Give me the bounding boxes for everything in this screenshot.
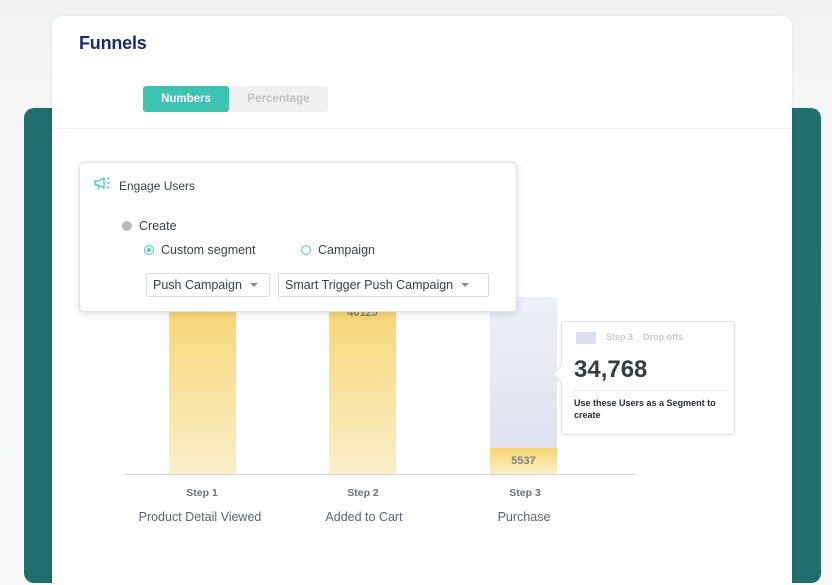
chevron-down-icon [461, 283, 470, 287]
dropoff-tooltip: Step 3 _ Drop offs 34,768 Use these User… [552, 321, 735, 435]
step-label-1: Step 1 [186, 487, 218, 499]
campaign-type-select[interactable]: Push Campaign [146, 273, 270, 297]
bar-step-2[interactable] [329, 300, 396, 474]
x-axis-line [125, 474, 635, 475]
custom-segment-label: Custom segment [161, 243, 256, 257]
create-label: Create [139, 219, 177, 233]
step-label-2: Step 2 [347, 487, 379, 499]
step-name-3: Purchase [497, 510, 551, 524]
campaign-type-value: Push Campaign [153, 278, 242, 292]
legend-swatch [576, 332, 596, 344]
bar-value-step-3: 5537 [511, 455, 536, 467]
create-radio-icon [122, 221, 132, 231]
engage-users-popup: Engage Users Create Custom segment Campa… [79, 162, 517, 312]
campaign-subtype-value: Smart Trigger Push Campaign [285, 278, 454, 292]
chevron-down-icon [249, 283, 258, 287]
custom-segment-radio[interactable]: Custom segment [144, 243, 255, 257]
use-as-segment-link[interactable]: Use these Users as a Segment to create [574, 397, 724, 421]
tooltip-value: 34,768 [574, 356, 648, 383]
campaign-label: Campaign [318, 243, 375, 257]
radio-unselected-icon [301, 245, 311, 255]
megaphone-icon [94, 176, 116, 195]
campaign-radio[interactable]: Campaign [301, 243, 375, 257]
step-name-1: Product Detail Viewed [138, 510, 262, 524]
tooltip-divider [574, 390, 728, 391]
bar-step-3-dropoff[interactable] [490, 297, 557, 448]
popup-title: Engage Users [119, 178, 196, 193]
radio-selected-icon [144, 245, 154, 255]
create-option[interactable]: Create [122, 219, 177, 233]
campaign-subtype-select[interactable]: Smart Trigger Push Campaign [278, 273, 489, 297]
bar-step-1[interactable] [169, 300, 236, 474]
tooltip-label: Step 3 _ Drop offs [606, 332, 684, 342]
step-label-3: Step 3 [509, 487, 541, 499]
popup-header: Engage Users [94, 176, 195, 195]
step-name-2: Added to Cart [325, 510, 403, 524]
